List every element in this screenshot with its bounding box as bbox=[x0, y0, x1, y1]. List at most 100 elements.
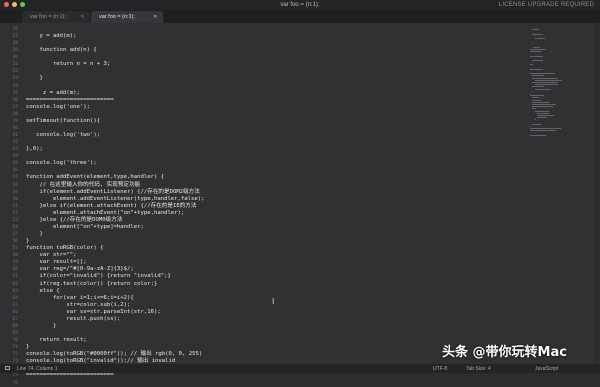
line-number: 40 bbox=[12, 125, 18, 131]
code-line[interactable]: } bbox=[26, 238, 29, 245]
code-line[interactable]: ========================== bbox=[26, 372, 114, 379]
minimap-line bbox=[531, 60, 544, 61]
minimap-line bbox=[534, 119, 536, 121]
code-line[interactable]: function addEvent(element,type,handler) … bbox=[26, 174, 164, 181]
tab-label: var foo = (n:1); bbox=[30, 14, 66, 20]
code-line[interactable]: function add(n) { bbox=[26, 47, 96, 54]
code-line[interactable]: else { bbox=[26, 288, 59, 295]
minimap-line bbox=[530, 134, 546, 136]
tab-size-selector[interactable]: Tab Size: 4 bbox=[466, 366, 491, 372]
code-line[interactable]: function toRGB(color) { bbox=[26, 245, 103, 252]
line-number: 76 bbox=[12, 380, 18, 386]
panel-toggle-icon[interactable] bbox=[5, 366, 10, 370]
line-number: 54 bbox=[12, 224, 18, 230]
code-line[interactable]: } bbox=[26, 75, 42, 82]
line-number: 64 bbox=[12, 295, 18, 301]
line-number: 59 bbox=[12, 260, 18, 266]
minimap-line bbox=[530, 93, 531, 94]
minimap-line bbox=[532, 123, 541, 125]
line-number: 28 bbox=[12, 41, 18, 47]
line-number: 70 bbox=[12, 338, 18, 344]
code-line[interactable]: result.push(ss); bbox=[26, 316, 120, 323]
code-line[interactable]: console.log('two'); bbox=[26, 132, 100, 139]
code-line[interactable]: } bbox=[26, 231, 42, 238]
code-line[interactable]: return n = n + 3; bbox=[26, 61, 110, 68]
line-number: 63 bbox=[12, 288, 18, 294]
code-line[interactable]: element["on"+type]=handler; bbox=[26, 224, 144, 231]
syntax-selector[interactable]: JavaScript bbox=[535, 366, 558, 372]
line-number: 31 bbox=[12, 62, 18, 68]
minimap-line bbox=[532, 77, 559, 79]
encoding-selector[interactable]: UTF-8 bbox=[433, 366, 447, 372]
line-number: 55 bbox=[12, 232, 18, 238]
code-line[interactable]: console.log('one'); bbox=[26, 104, 90, 111]
code-line[interactable]: element.attachEvent("on"+type,handler); bbox=[26, 210, 184, 217]
line-number: 43 bbox=[12, 147, 18, 153]
line-number: 71 bbox=[12, 345, 18, 351]
line-number: 34 bbox=[12, 83, 18, 89]
minimap-line bbox=[532, 33, 543, 35]
line-number: 53 bbox=[12, 217, 18, 223]
line-number: 51 bbox=[12, 203, 18, 209]
code-line[interactable]: }else {//存在的是DOM0级方法 bbox=[26, 217, 122, 224]
minimap-line bbox=[534, 84, 559, 86]
code-line[interactable]: ========================== bbox=[26, 97, 114, 104]
line-number: 75 bbox=[12, 373, 18, 379]
code-line[interactable]: },0); bbox=[26, 146, 43, 153]
minimap-line bbox=[537, 115, 554, 116]
minimap-line bbox=[532, 29, 539, 31]
line-number: 44 bbox=[12, 154, 18, 160]
minimap-line bbox=[534, 38, 545, 39]
line-number: 68 bbox=[12, 323, 18, 329]
line-number: 65 bbox=[12, 302, 18, 308]
code-line[interactable]: var ss=str.parseInt(str,16); bbox=[26, 309, 160, 316]
code-line[interactable]: }else if(element.attachEvent) {//存在的是IE的… bbox=[26, 203, 196, 210]
status-bar: Line 74, Column 1 UTF-8 Tab Size: 4 Java… bbox=[0, 364, 600, 373]
code-line[interactable]: // 在这里输入你的代码, 实现预定功能 bbox=[26, 182, 140, 189]
tab-close-icon[interactable]: × bbox=[81, 14, 84, 20]
code-line[interactable]: console.log('three'); bbox=[26, 160, 97, 167]
minimap-line bbox=[534, 79, 562, 81]
editor-pane[interactable]: 26 27 28 29 30 31 32 33 34 35 36 37 38 39 40 41 42 43 44 45… bbox=[0, 23, 600, 386]
tab-bar: var foo = (n:1); × var foo = (n:1); × bbox=[0, 10, 600, 23]
code-line[interactable]: if(element.addEventListener) {//存在的是DOM2… bbox=[26, 189, 199, 196]
tab-file-2[interactable]: var foo = (n:1); × bbox=[91, 11, 163, 23]
line-number: 62 bbox=[12, 281, 18, 287]
code-line[interactable]: return result; bbox=[26, 337, 86, 344]
code-line[interactable]: str=color.sub(i,2); bbox=[26, 302, 130, 309]
line-number: 26 bbox=[12, 27, 18, 32]
code-line[interactable]: if(reg.test(color)) {return color;} bbox=[26, 281, 157, 288]
watermark: 头条 @带你玩转Mac bbox=[442, 345, 567, 360]
minimap-line bbox=[532, 108, 536, 110]
code-line[interactable]: if(color="invalid") {return "invalid";} bbox=[26, 273, 170, 280]
minimap-line bbox=[530, 68, 543, 70]
minimap-line bbox=[537, 117, 547, 119]
tab-close-icon[interactable]: × bbox=[154, 14, 157, 20]
code-line[interactable]: element.addEventListener(type,handler,fa… bbox=[26, 196, 205, 203]
line-number: 32 bbox=[12, 69, 18, 75]
tab-label: var foo = (n:1); bbox=[99, 14, 135, 20]
minimap-line bbox=[532, 82, 558, 83]
code-line[interactable]: } bbox=[26, 323, 56, 330]
line-number: 38 bbox=[12, 111, 18, 117]
code-line[interactable]: setTimeout(function(){ bbox=[26, 118, 100, 125]
line-number: 48 bbox=[12, 182, 18, 188]
line-number: 72 bbox=[12, 352, 18, 358]
code-line[interactable]: z = add(m); bbox=[26, 90, 80, 97]
line-number: 47 bbox=[12, 175, 18, 181]
code-line[interactable]: for(var i=1;i<=6;i=i+2){ bbox=[26, 295, 134, 302]
minimap-line bbox=[530, 126, 531, 127]
license-notice[interactable]: LICENSE UPGRADE REQUIRED bbox=[499, 2, 594, 8]
minimap-line bbox=[530, 130, 556, 132]
code-line[interactable]: var reg=/^#[0-9a-zA-Z]{3}$/; bbox=[26, 266, 133, 273]
line-number: 60 bbox=[12, 267, 18, 273]
line-number: 41 bbox=[12, 133, 18, 139]
tab-file-1[interactable]: var foo = (n:1); × bbox=[22, 11, 90, 23]
code-line[interactable]: y = add(m); bbox=[26, 33, 76, 40]
vertical-scrollbar[interactable] bbox=[594, 23, 599, 364]
line-number: 35 bbox=[12, 90, 18, 96]
code-line[interactable]: var result=[]; bbox=[26, 259, 86, 266]
minimap-line bbox=[534, 110, 550, 112]
minimap[interactable] bbox=[530, 27, 590, 147]
code-line[interactable]: var str=""; bbox=[26, 252, 76, 259]
